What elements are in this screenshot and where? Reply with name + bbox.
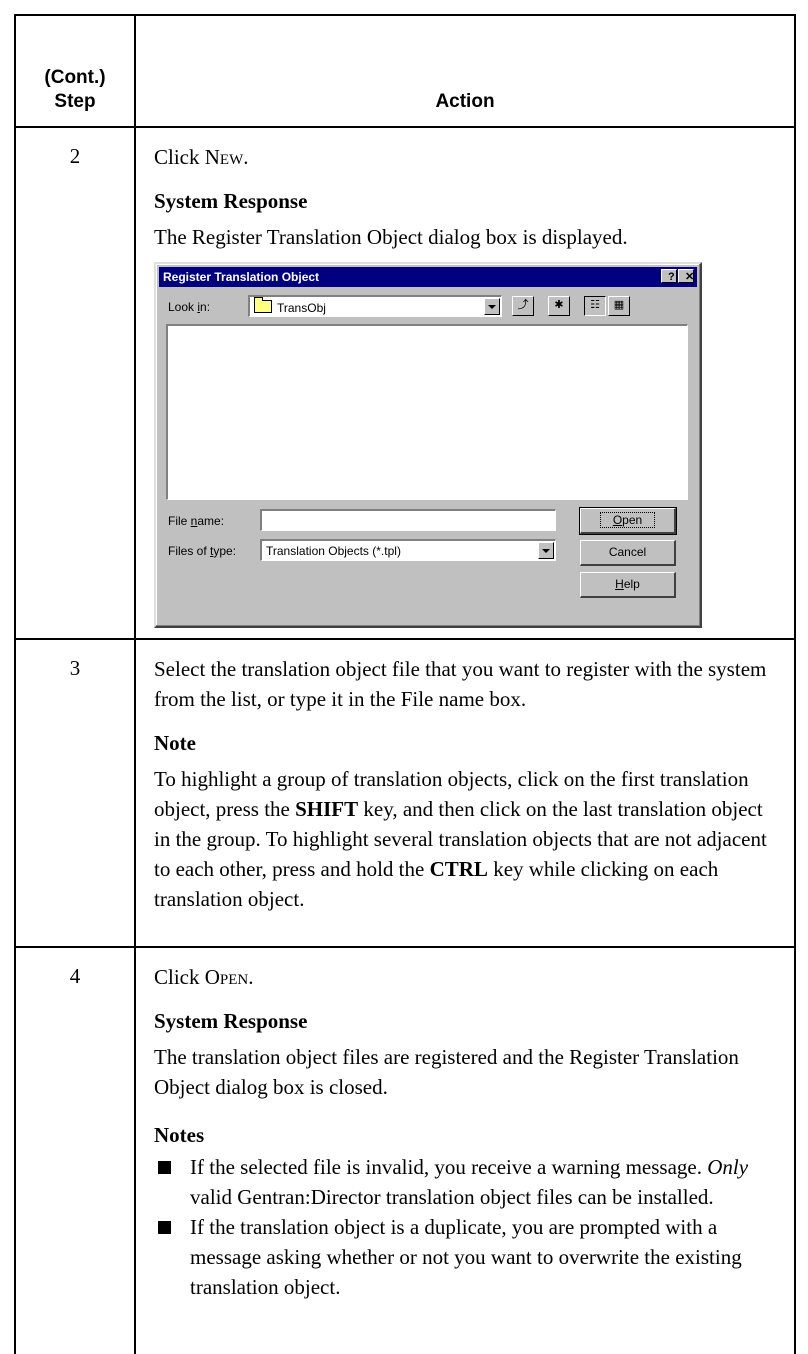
look-in-combo[interactable]: TransObj (248, 295, 502, 317)
action-cell: Click New. System Response The Register … (134, 126, 796, 640)
look-in-label: Look in: (168, 300, 211, 314)
close-icon[interactable]: ✕ (678, 269, 694, 283)
files-of-type-value: Translation Objects (*.tpl) (266, 544, 401, 558)
action-column-header: Action (134, 14, 796, 128)
create-new-folder-icon[interactable]: ✱ (548, 296, 570, 316)
notes-list: If the selected file is invalid, you rec… (154, 1152, 782, 1302)
help-icon[interactable]: ? (661, 269, 677, 283)
file-name-input[interactable] (260, 509, 556, 531)
response-text: The translation object files are registe… (154, 1045, 739, 1099)
help-button[interactable]: Help (580, 572, 676, 598)
action-cell: Select the translation object file that … (134, 638, 796, 948)
bullet-icon (158, 1221, 171, 1234)
ui-term: New (204, 145, 244, 169)
look-in-value: TransObj (277, 301, 326, 315)
instruction: Click Open. (154, 965, 254, 989)
step-column-header: (Cont.) Step (14, 14, 136, 128)
response-text: The Register Translation Object dialog b… (154, 225, 628, 249)
instruction: Click New. (154, 145, 249, 169)
key-name: CTRL (429, 857, 488, 881)
cancel-button[interactable]: Cancel (580, 540, 676, 566)
file-list[interactable] (166, 324, 688, 500)
chevron-down-icon[interactable] (538, 542, 554, 559)
dialog-titlebar: Register Translation Object ? ✕ (159, 267, 697, 287)
list-item: If the translation object is a duplicate… (154, 1212, 782, 1302)
step-number: 4 (14, 946, 136, 1354)
instruction: Select the translation object file that … (154, 657, 767, 711)
register-translation-object-dialog: Register Translation Object ? ✕ Look in:… (154, 262, 702, 628)
up-one-level-icon[interactable]: ⤴ (512, 296, 534, 316)
files-of-type-select[interactable]: Translation Objects (*.tpl) (260, 539, 556, 561)
list-item: If the selected file is invalid, you rec… (154, 1152, 782, 1212)
header-row: (Cont.) Step Action (14, 14, 796, 128)
folder-icon (254, 297, 272, 313)
sub-heading: System Response (154, 1009, 308, 1033)
key-name: SHIFT (295, 797, 359, 821)
notes-heading: Notes (154, 1123, 205, 1147)
list-view-icon[interactable]: ☷ (584, 296, 606, 316)
ui-term: Open (204, 965, 249, 989)
sub-heading: System Response (154, 189, 308, 213)
step-header-text: (Cont.) Step (44, 67, 106, 112)
files-of-type-label: Files of type: (168, 544, 237, 558)
action-header-text: Action (435, 91, 495, 112)
action-cell: Click Open. System Response The translat… (134, 946, 796, 1354)
bullet-icon (158, 1161, 171, 1174)
dialog-title: Register Translation Object (163, 270, 320, 284)
chevron-down-icon[interactable] (484, 298, 500, 315)
table-row: 2 Click New. System Response The Registe… (14, 126, 796, 640)
table-row: 3 Select the translation object file tha… (14, 638, 796, 948)
note-heading: Note (154, 731, 196, 755)
open-button[interactable]: Open (579, 507, 677, 535)
details-view-icon[interactable]: ▦ (608, 296, 630, 316)
procedure-table: (Cont.) Step Action 2 Click New. System … (14, 14, 796, 1354)
note-text: To highlight a group of translation obje… (154, 767, 767, 911)
file-name-label: File name: (168, 514, 225, 528)
table-row: 4 Click Open. System Response The transl… (14, 946, 796, 1354)
step-number: 3 (14, 638, 136, 948)
step-number: 2 (14, 126, 136, 640)
